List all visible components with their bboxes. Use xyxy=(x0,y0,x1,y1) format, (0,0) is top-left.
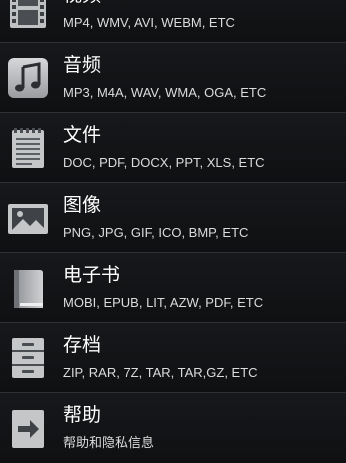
category-list: 视频 MP4, WMV, AVI, WEBM, ETC 音频 MP3, M4A,… xyxy=(0,0,346,463)
item-subtitle: 帮助和隐私信息 xyxy=(63,435,155,450)
item-title: 音频 xyxy=(63,54,102,76)
item-subtitle: DOC, PDF, DOCX, PPT, XLS, ETC xyxy=(63,155,265,170)
item-subtitle: MP4, WMV, AVI, WEBM, ETC xyxy=(63,15,235,30)
item-title: 电子书 xyxy=(63,264,121,286)
image-icon xyxy=(6,196,50,240)
item-subtitle: MOBI, EPUB, LIT, AZW, PDF, ETC xyxy=(63,295,264,310)
film-icon xyxy=(6,0,50,30)
item-title: 存档 xyxy=(63,334,102,356)
list-item-audio[interactable]: 音频 MP3, M4A, WAV, WMA, OGA, ETC xyxy=(0,43,346,113)
list-item-ebook[interactable]: 电子书 MOBI, EPUB, LIT, AZW, PDF, ETC xyxy=(0,253,346,323)
list-item-help[interactable]: 帮助 帮助和隐私信息 xyxy=(0,393,346,463)
help-arrow-icon xyxy=(6,406,50,450)
book-icon xyxy=(6,266,50,310)
item-title: 图像 xyxy=(63,194,102,216)
list-item-document[interactable]: 文件 DOC, PDF, DOCX, PPT, XLS, ETC xyxy=(0,113,346,183)
list-item-image[interactable]: 图像 PNG, JPG, GIF, ICO, BMP, ETC xyxy=(0,183,346,253)
item-title: 文件 xyxy=(63,124,102,146)
music-note-icon xyxy=(6,56,50,100)
list-item-video[interactable]: 视频 MP4, WMV, AVI, WEBM, ETC xyxy=(0,0,346,43)
list-item-archive[interactable]: 存档 ZIP, RAR, 7Z, TAR, TAR,GZ, ETC xyxy=(0,323,346,393)
document-icon xyxy=(6,126,50,170)
item-title: 视频 xyxy=(63,0,101,7)
item-title: 帮助 xyxy=(63,404,102,426)
item-subtitle: MP3, M4A, WAV, WMA, OGA, ETC xyxy=(63,85,267,100)
cabinet-icon xyxy=(6,336,50,380)
item-subtitle: ZIP, RAR, 7Z, TAR, TAR,GZ, ETC xyxy=(63,365,258,380)
item-subtitle: PNG, JPG, GIF, ICO, BMP, ETC xyxy=(63,225,249,240)
